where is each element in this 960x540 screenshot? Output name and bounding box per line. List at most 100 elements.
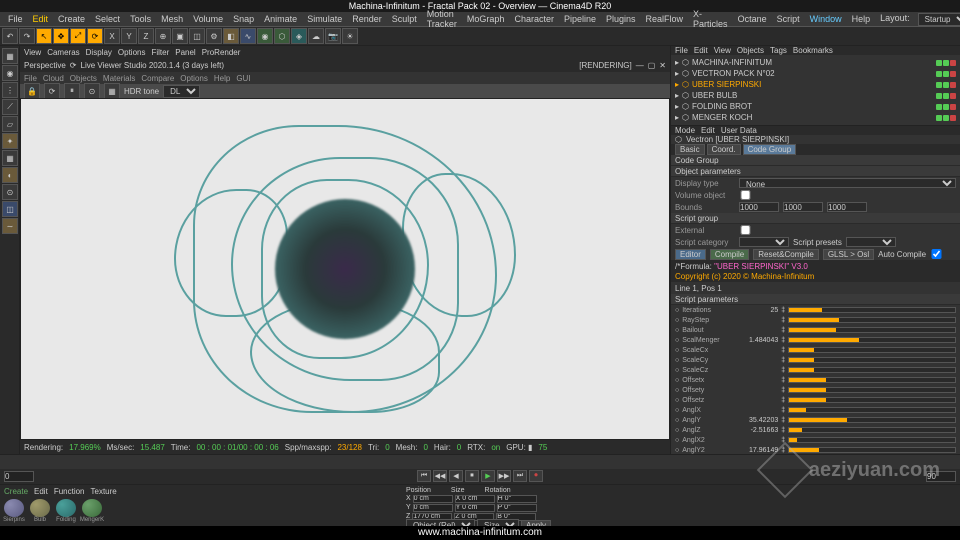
z-axis-button[interactable]: Z bbox=[138, 28, 154, 44]
param-slider[interactable] bbox=[788, 437, 956, 443]
texture-mode[interactable]: ◉ bbox=[2, 65, 18, 81]
expand-icon[interactable]: ▸ bbox=[675, 91, 679, 100]
environment-button[interactable]: ☁ bbox=[308, 28, 324, 44]
rot-input[interactable] bbox=[497, 504, 537, 512]
snap-mode[interactable]: ⊙ bbox=[2, 184, 18, 200]
editor-button[interactable]: Editor bbox=[675, 249, 706, 260]
om-edit[interactable]: Edit bbox=[694, 46, 708, 55]
menu-create[interactable]: Create bbox=[54, 14, 89, 24]
viewport-render[interactable] bbox=[20, 98, 670, 440]
menu-pipeline[interactable]: Pipeline bbox=[560, 14, 600, 24]
hdr-tone-select[interactable]: DL bbox=[163, 85, 200, 98]
param-slider[interactable] bbox=[788, 367, 956, 373]
script-preset-select[interactable] bbox=[846, 237, 896, 247]
mat-edit[interactable]: Edit bbox=[34, 487, 48, 496]
stepper-icon[interactable]: ‡ bbox=[781, 327, 785, 334]
param-slider[interactable] bbox=[788, 397, 956, 403]
stepper-icon[interactable]: ‡ bbox=[781, 377, 785, 384]
edge-mode[interactable]: ⟋ bbox=[2, 99, 18, 115]
object-tree[interactable]: ▸⬡MACHINA-INFINITUM▸⬡VECTRON PACK N°02▸⬡… bbox=[671, 55, 960, 126]
hdr-lock-icon[interactable]: 🔒 bbox=[24, 83, 40, 99]
layout-select[interactable]: Startup bbox=[918, 13, 960, 26]
prev-frame-button[interactable]: ◀ bbox=[449, 470, 463, 482]
menu-octane[interactable]: Octane bbox=[734, 14, 771, 24]
point-mode[interactable]: ⋮ bbox=[2, 82, 18, 98]
bounds-z[interactable] bbox=[827, 202, 867, 212]
om-file[interactable]: File bbox=[675, 46, 688, 55]
menu-script[interactable]: Script bbox=[773, 14, 804, 24]
attr-mode[interactable]: Mode bbox=[675, 126, 695, 135]
param-slider[interactable] bbox=[788, 347, 956, 353]
cube-primitive[interactable]: ◧ bbox=[223, 28, 239, 44]
object-row[interactable]: ▸⬡UBER SIERPINSKI bbox=[675, 79, 956, 90]
hdr-region-icon[interactable]: ▦ bbox=[104, 83, 120, 99]
vp-tab-view[interactable]: View bbox=[24, 48, 41, 57]
param-slider[interactable] bbox=[788, 427, 956, 433]
vp-tab-display[interactable]: Display bbox=[86, 48, 112, 57]
stepper-icon[interactable]: ‡ bbox=[781, 387, 785, 394]
vp-sub-file[interactable]: File bbox=[24, 74, 37, 83]
axis-mode[interactable]: ✦ bbox=[2, 133, 18, 149]
coord-button[interactable]: ⊕ bbox=[155, 28, 171, 44]
param-slider[interactable] bbox=[788, 317, 956, 323]
maximize-icon[interactable]: ▢ bbox=[648, 61, 656, 70]
menu-snap[interactable]: Snap bbox=[229, 14, 258, 24]
menu-window[interactable]: Window bbox=[806, 14, 846, 24]
stepper-icon[interactable]: ‡ bbox=[781, 357, 785, 364]
render-settings-button[interactable]: ⚙ bbox=[206, 28, 222, 44]
scale-tool[interactable]: ⤢ bbox=[70, 28, 86, 44]
model-mode[interactable]: ▦ bbox=[2, 48, 18, 64]
param-slider[interactable] bbox=[788, 337, 956, 343]
expand-icon[interactable]: ▸ bbox=[675, 102, 679, 111]
nurbs-primitive[interactable]: ◉ bbox=[257, 28, 273, 44]
om-bookmarks[interactable]: Bookmarks bbox=[793, 46, 833, 55]
material-preview[interactable]: Folding bbox=[54, 499, 78, 523]
script-cat-select[interactable] bbox=[739, 237, 789, 247]
menu-plugins[interactable]: Plugins bbox=[602, 14, 640, 24]
menu-sculpt[interactable]: Sculpt bbox=[388, 14, 421, 24]
mat-function[interactable]: Function bbox=[54, 487, 85, 496]
vp-sub-compare[interactable]: Compare bbox=[141, 74, 174, 83]
param-value[interactable]: 25 bbox=[740, 307, 778, 314]
mat-create[interactable]: Create bbox=[4, 487, 28, 496]
size-input[interactable] bbox=[455, 495, 495, 503]
render-button[interactable]: ▣ bbox=[172, 28, 188, 44]
object-row[interactable]: ▸⬡VECTRON PACK N°02 bbox=[675, 68, 956, 79]
obj-params-head[interactable]: Object parameters bbox=[671, 166, 960, 177]
pos-input[interactable] bbox=[413, 495, 453, 503]
record-button[interactable]: ⏺ bbox=[529, 470, 543, 482]
volume-obj-check[interactable] bbox=[739, 190, 752, 200]
tab-basic[interactable]: Basic bbox=[675, 144, 705, 155]
select-tool[interactable]: ↖ bbox=[36, 28, 52, 44]
om-tags[interactable]: Tags bbox=[770, 46, 787, 55]
menu-help[interactable]: Help bbox=[848, 14, 875, 24]
soft-select[interactable]: ∼ bbox=[2, 218, 18, 234]
hdr-focus-icon[interactable]: ⊙ bbox=[84, 83, 100, 99]
redo-button[interactable]: ↷ bbox=[19, 28, 35, 44]
om-view[interactable]: View bbox=[714, 46, 731, 55]
param-slider[interactable] bbox=[788, 417, 956, 423]
stepper-icon[interactable]: ‡ bbox=[781, 397, 785, 404]
vp-sub-materials[interactable]: Materials bbox=[103, 74, 135, 83]
vp-tab-cameras[interactable]: Cameras bbox=[47, 48, 79, 57]
menu-mesh[interactable]: Mesh bbox=[157, 14, 187, 24]
next-frame-button[interactable]: ▶▶ bbox=[497, 470, 511, 482]
script-params-head[interactable]: Script parameters bbox=[671, 294, 960, 305]
hdr-refresh-icon[interactable]: ⟳ bbox=[44, 83, 60, 99]
size-input[interactable] bbox=[455, 504, 495, 512]
material-preview[interactable]: Sierpins bbox=[2, 499, 26, 523]
auto-compile-check[interactable] bbox=[930, 249, 943, 259]
menu-edit[interactable]: Edit bbox=[29, 14, 53, 24]
script-group-head[interactable]: Script group bbox=[671, 213, 960, 224]
bounds-y[interactable] bbox=[783, 202, 823, 212]
compile-button[interactable]: Compile bbox=[710, 249, 749, 260]
param-slider[interactable] bbox=[788, 357, 956, 363]
vp-tab-filter[interactable]: Filter bbox=[151, 48, 169, 57]
play-button[interactable]: ▶ bbox=[481, 470, 495, 482]
tab-coord[interactable]: Coord. bbox=[707, 144, 741, 155]
undo-button[interactable]: ↶ bbox=[2, 28, 18, 44]
menu-simulate[interactable]: Simulate bbox=[303, 14, 346, 24]
code-group-head[interactable]: Code Group bbox=[671, 155, 960, 166]
stepper-icon[interactable]: ‡ bbox=[781, 337, 785, 344]
tab-codegroup[interactable]: Code Group bbox=[743, 144, 797, 155]
